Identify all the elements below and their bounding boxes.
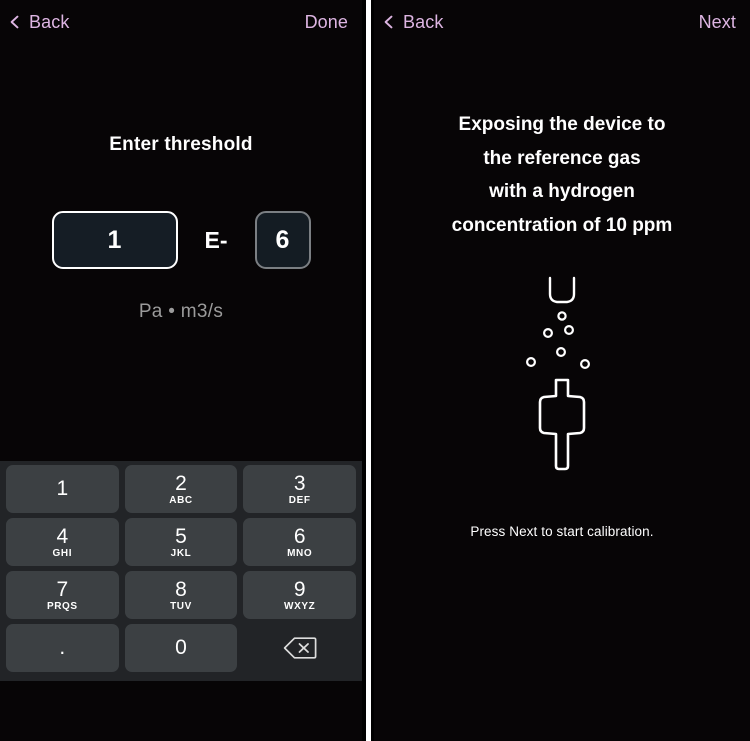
key-digit: 4 [56, 524, 69, 548]
key-letters: JKL [170, 547, 192, 559]
key-letters: TUV [170, 600, 192, 612]
screen-divider [362, 0, 374, 741]
chevron-left-icon [382, 15, 396, 29]
key-digit: 1 [56, 477, 69, 500]
back-button-label-left: Back [29, 11, 70, 32]
instruction-line: with a hydrogen [489, 181, 635, 202]
numeric-keypad: 1 2 ABC 3 DEF 4 GHI 5 JKL 6 MNO 7 PRQS 8… [0, 461, 362, 681]
key-letters: DEF [288, 494, 311, 506]
key-9[interactable]: 9 WXYZ [243, 571, 357, 619]
key-4[interactable]: 4 GHI [6, 518, 119, 566]
key-digit: . [59, 636, 66, 659]
keypad-row: 7 PRQS 8 TUV 9 WXYZ [3, 571, 359, 619]
key-digit: 2 [175, 471, 187, 495]
threshold-input-row: 1 E- 6 [0, 211, 362, 269]
key-letters: WXYZ [284, 600, 316, 612]
divider-bar [366, 0, 371, 741]
dual-screen-container: Back Done Enter threshold 1 E- 6 Pa • m3… [0, 0, 750, 741]
instruction-line: Exposing the device to [458, 114, 666, 135]
done-button[interactable]: Done [305, 12, 348, 33]
key-1[interactable]: 1 [6, 465, 119, 513]
keypad-row: 1 2 ABC 3 DEF [3, 465, 359, 513]
key-0[interactable]: 0 [124, 624, 238, 672]
mantissa-input[interactable]: 1 [51, 211, 178, 269]
key-digit: 3 [293, 471, 306, 495]
instruction-text: Exposing the device to the reference gas… [374, 108, 750, 242]
instruction-line: concentration of 10 ppm [451, 214, 673, 236]
key-3[interactable]: 3 DEF [243, 465, 357, 513]
right-navbar: Back Next [374, 0, 750, 44]
key-digit: 0 [175, 636, 187, 659]
back-button-left[interactable]: Back [8, 12, 69, 33]
key-digit: 9 [293, 577, 306, 601]
key-8[interactable]: 8 TUV [124, 571, 238, 619]
instruction-line: the reference gas [483, 147, 641, 169]
footer-instruction: Press Next to start calibration. [470, 524, 654, 539]
key-digit: 7 [56, 577, 69, 601]
keypad-row: . 0 [3, 624, 359, 672]
chevron-left-icon [8, 15, 22, 29]
page-title: Enter threshold [109, 134, 253, 155]
key-2[interactable]: 2 ABC [124, 465, 238, 513]
left-navbar: Back Done [0, 0, 362, 44]
back-button-label-right: Back [403, 11, 444, 32]
key-decimal-point[interactable]: . [6, 624, 119, 672]
key-letters: PRQS [46, 600, 78, 612]
calibration-instruction-screen: Back Next Exposing the device to the ref… [374, 0, 750, 741]
exponent-input[interactable]: 6 [254, 211, 311, 269]
backspace-icon [283, 636, 317, 660]
gas-nozzle-and-sniffer-probe-illustration [526, 276, 590, 471]
back-button-right[interactable]: Back [382, 12, 443, 33]
keypad-row: 4 GHI 5 JKL 6 MNO [3, 518, 359, 566]
key-digit: 8 [175, 577, 187, 601]
next-button[interactable]: Next [699, 12, 736, 33]
threshold-entry-screen: Back Done Enter threshold 1 E- 6 Pa • m3… [0, 0, 362, 741]
key-letters: ABC [169, 494, 193, 506]
exponent-prefix-label: E- [204, 226, 228, 253]
key-letters: MNO [287, 547, 313, 559]
calibration-body: Exposing the device to the reference gas… [374, 44, 750, 539]
unit-label: Pa • m3/s [138, 301, 224, 322]
key-letters: GHI [52, 547, 73, 559]
key-backspace[interactable] [243, 624, 356, 672]
key-6[interactable]: 6 MNO [243, 518, 357, 566]
key-7[interactable]: 7 PRQS [6, 571, 119, 619]
key-digit: 5 [175, 524, 187, 548]
key-5[interactable]: 5 JKL [124, 518, 238, 566]
key-digit: 6 [293, 524, 306, 548]
